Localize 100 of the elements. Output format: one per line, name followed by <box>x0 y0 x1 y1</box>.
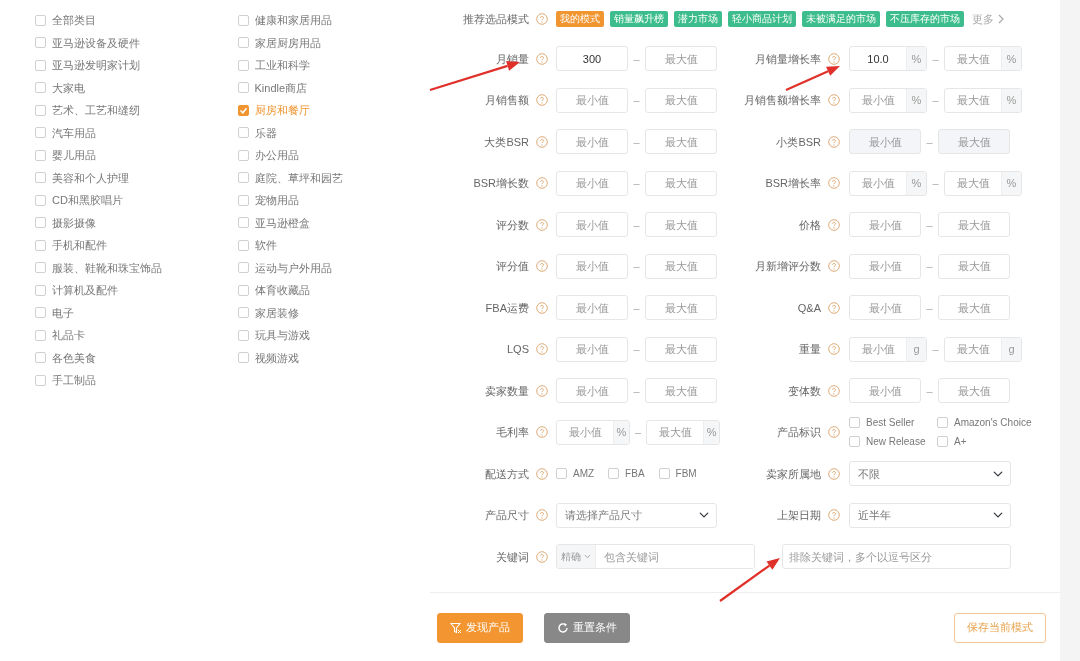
checkbox[interactable] <box>35 352 46 364</box>
checkbox[interactable] <box>237 149 249 161</box>
category-label[interactable]: 服装、鞋靴和珠宝饰品 <box>52 259 162 276</box>
category-label[interactable]: 礼品卡 <box>52 327 85 344</box>
checkbox[interactable] <box>35 37 46 49</box>
number-field[interactable]: 最小值 <box>556 253 628 279</box>
checkbox[interactable] <box>237 352 249 364</box>
number-field[interactable]: 最小值 <box>556 295 628 321</box>
number-field[interactable]: 最小值 <box>556 378 628 404</box>
dropdown[interactable]: 不限 <box>849 461 1011 487</box>
number-input[interactable]: 最大值 <box>945 47 1001 71</box>
checkbox[interactable] <box>937 436 948 448</box>
option-label[interactable]: AMZ <box>573 466 595 482</box>
number-input[interactable]: 10.0 <box>850 47 906 71</box>
number-field[interactable]: 最大值 <box>645 295 717 321</box>
option-label[interactable]: Amazon's Choice <box>954 415 1032 431</box>
number-field[interactable]: 最大值 g <box>944 336 1022 362</box>
number-field[interactable]: 最小值 <box>556 170 628 196</box>
number-field[interactable]: 最小值 <box>556 212 628 238</box>
number-field[interactable]: 最大值 <box>938 295 1010 321</box>
checkbox[interactable] <box>35 104 46 116</box>
checkbox[interactable] <box>35 59 46 71</box>
number-field[interactable]: 最大值 % <box>944 170 1022 196</box>
checkbox[interactable] <box>237 172 249 184</box>
number-input[interactable]: 最大值 <box>647 420 704 444</box>
number-input[interactable]: 最大值 <box>945 88 1001 112</box>
dropdown[interactable]: 近半年 <box>849 502 1011 528</box>
category-label[interactable]: 艺术、工艺和缝纫 <box>52 102 140 119</box>
option-label[interactable]: FBA <box>625 466 645 482</box>
category-label[interactable]: 健康和家居用品 <box>254 12 332 29</box>
number-field[interactable]: 最大值 <box>645 253 717 279</box>
number-field[interactable]: 最大值 <box>938 253 1010 279</box>
checkbox[interactable] <box>35 127 46 139</box>
number-field[interactable]: 最大值 <box>645 46 717 72</box>
number-field[interactable]: 最小值 <box>849 295 921 321</box>
category-label[interactable]: 各色美食 <box>52 349 96 366</box>
checkbox[interactable] <box>237 307 249 319</box>
number-field[interactable]: 300 <box>556 46 628 72</box>
category-label[interactable]: 婴儿用品 <box>52 147 96 164</box>
number-input[interactable]: 最大值 <box>945 337 1001 361</box>
checkbox[interactable] <box>237 82 249 94</box>
checkbox[interactable] <box>35 149 46 161</box>
category-label[interactable]: 庭院、草坪和园艺 <box>254 169 343 186</box>
category-label[interactable]: 运动与户外用品 <box>254 259 332 276</box>
category-label[interactable]: 电子 <box>52 304 74 321</box>
checkbox[interactable] <box>35 14 46 26</box>
checkbox[interactable] <box>35 239 46 251</box>
category-label[interactable]: Kindle商店 <box>254 79 308 96</box>
number-field[interactable]: 最小值 <box>556 336 628 362</box>
number-field[interactable]: 最小值 % <box>849 170 927 196</box>
checkbox[interactable] <box>608 468 620 480</box>
checkbox[interactable] <box>35 217 46 229</box>
number-field[interactable]: 最大值 <box>938 378 1010 404</box>
option-label[interactable]: Best Seller <box>866 415 915 431</box>
category-label[interactable]: 汽车用品 <box>52 124 96 141</box>
number-input[interactable]: 最小值 <box>850 171 906 195</box>
number-field[interactable]: 最大值 <box>938 212 1010 238</box>
reset-button[interactable]: 重置条件 <box>544 612 630 643</box>
number-input[interactable]: 最小值 <box>850 337 906 361</box>
category-label[interactable]: 大家电 <box>52 79 85 96</box>
checkbox[interactable] <box>556 468 567 480</box>
checkbox[interactable] <box>35 329 46 341</box>
checkbox[interactable] <box>237 239 249 251</box>
checkbox[interactable] <box>35 374 46 386</box>
category-label[interactable]: 玩具与游戏 <box>254 327 310 344</box>
exclude-keyword-field[interactable]: 排除关键词，多个以逗号区分 <box>782 544 1011 570</box>
checkbox[interactable] <box>849 436 860 448</box>
number-field[interactable]: 最大值 <box>645 170 717 196</box>
number-field[interactable]: 最小值 <box>849 378 921 404</box>
category-label[interactable]: 软件 <box>254 237 277 254</box>
number-field[interactable]: 最大值 % <box>646 419 720 445</box>
number-field[interactable]: 最小值 <box>849 212 921 238</box>
number-field[interactable]: 最大值 % <box>944 46 1022 72</box>
checkbox[interactable] <box>237 104 249 116</box>
category-label[interactable]: 亚马逊橙盒 <box>254 214 310 231</box>
number-field[interactable]: 最大值 <box>645 212 717 238</box>
checkbox[interactable] <box>237 59 249 71</box>
option-label[interactable]: FBM <box>675 466 697 482</box>
category-label[interactable]: 美容和个人护理 <box>52 169 129 186</box>
category-label[interactable]: 手工制品 <box>52 372 96 389</box>
number-field[interactable]: 最小值 % <box>556 419 630 445</box>
category-label[interactable]: 家居装修 <box>254 304 299 321</box>
category-label[interactable]: CD和黑胶唱片 <box>52 192 123 209</box>
checkbox[interactable] <box>937 417 948 429</box>
checkbox[interactable] <box>658 468 670 480</box>
keyword-field[interactable]: 精确 包含关键词 <box>556 544 755 570</box>
checkbox[interactable] <box>237 14 249 26</box>
checkbox[interactable] <box>237 127 249 139</box>
category-label[interactable]: 体育收藏品 <box>254 282 310 299</box>
category-label[interactable]: 摄影摄像 <box>52 214 96 231</box>
category-label[interactable]: 家居厨房用品 <box>254 34 321 51</box>
number-input[interactable]: 最大值 <box>945 171 1001 195</box>
number-field[interactable]: 最大值 <box>645 129 717 155</box>
checkbox[interactable] <box>237 262 249 274</box>
category-label[interactable]: 手机和配件 <box>52 237 107 254</box>
checkbox[interactable] <box>237 37 249 49</box>
number-field[interactable]: 最小值 % <box>849 87 927 113</box>
number-field[interactable]: 最大值 <box>645 87 717 113</box>
category-label[interactable]: 视频游戏 <box>254 349 299 366</box>
option-label[interactable]: New Release <box>866 434 926 450</box>
